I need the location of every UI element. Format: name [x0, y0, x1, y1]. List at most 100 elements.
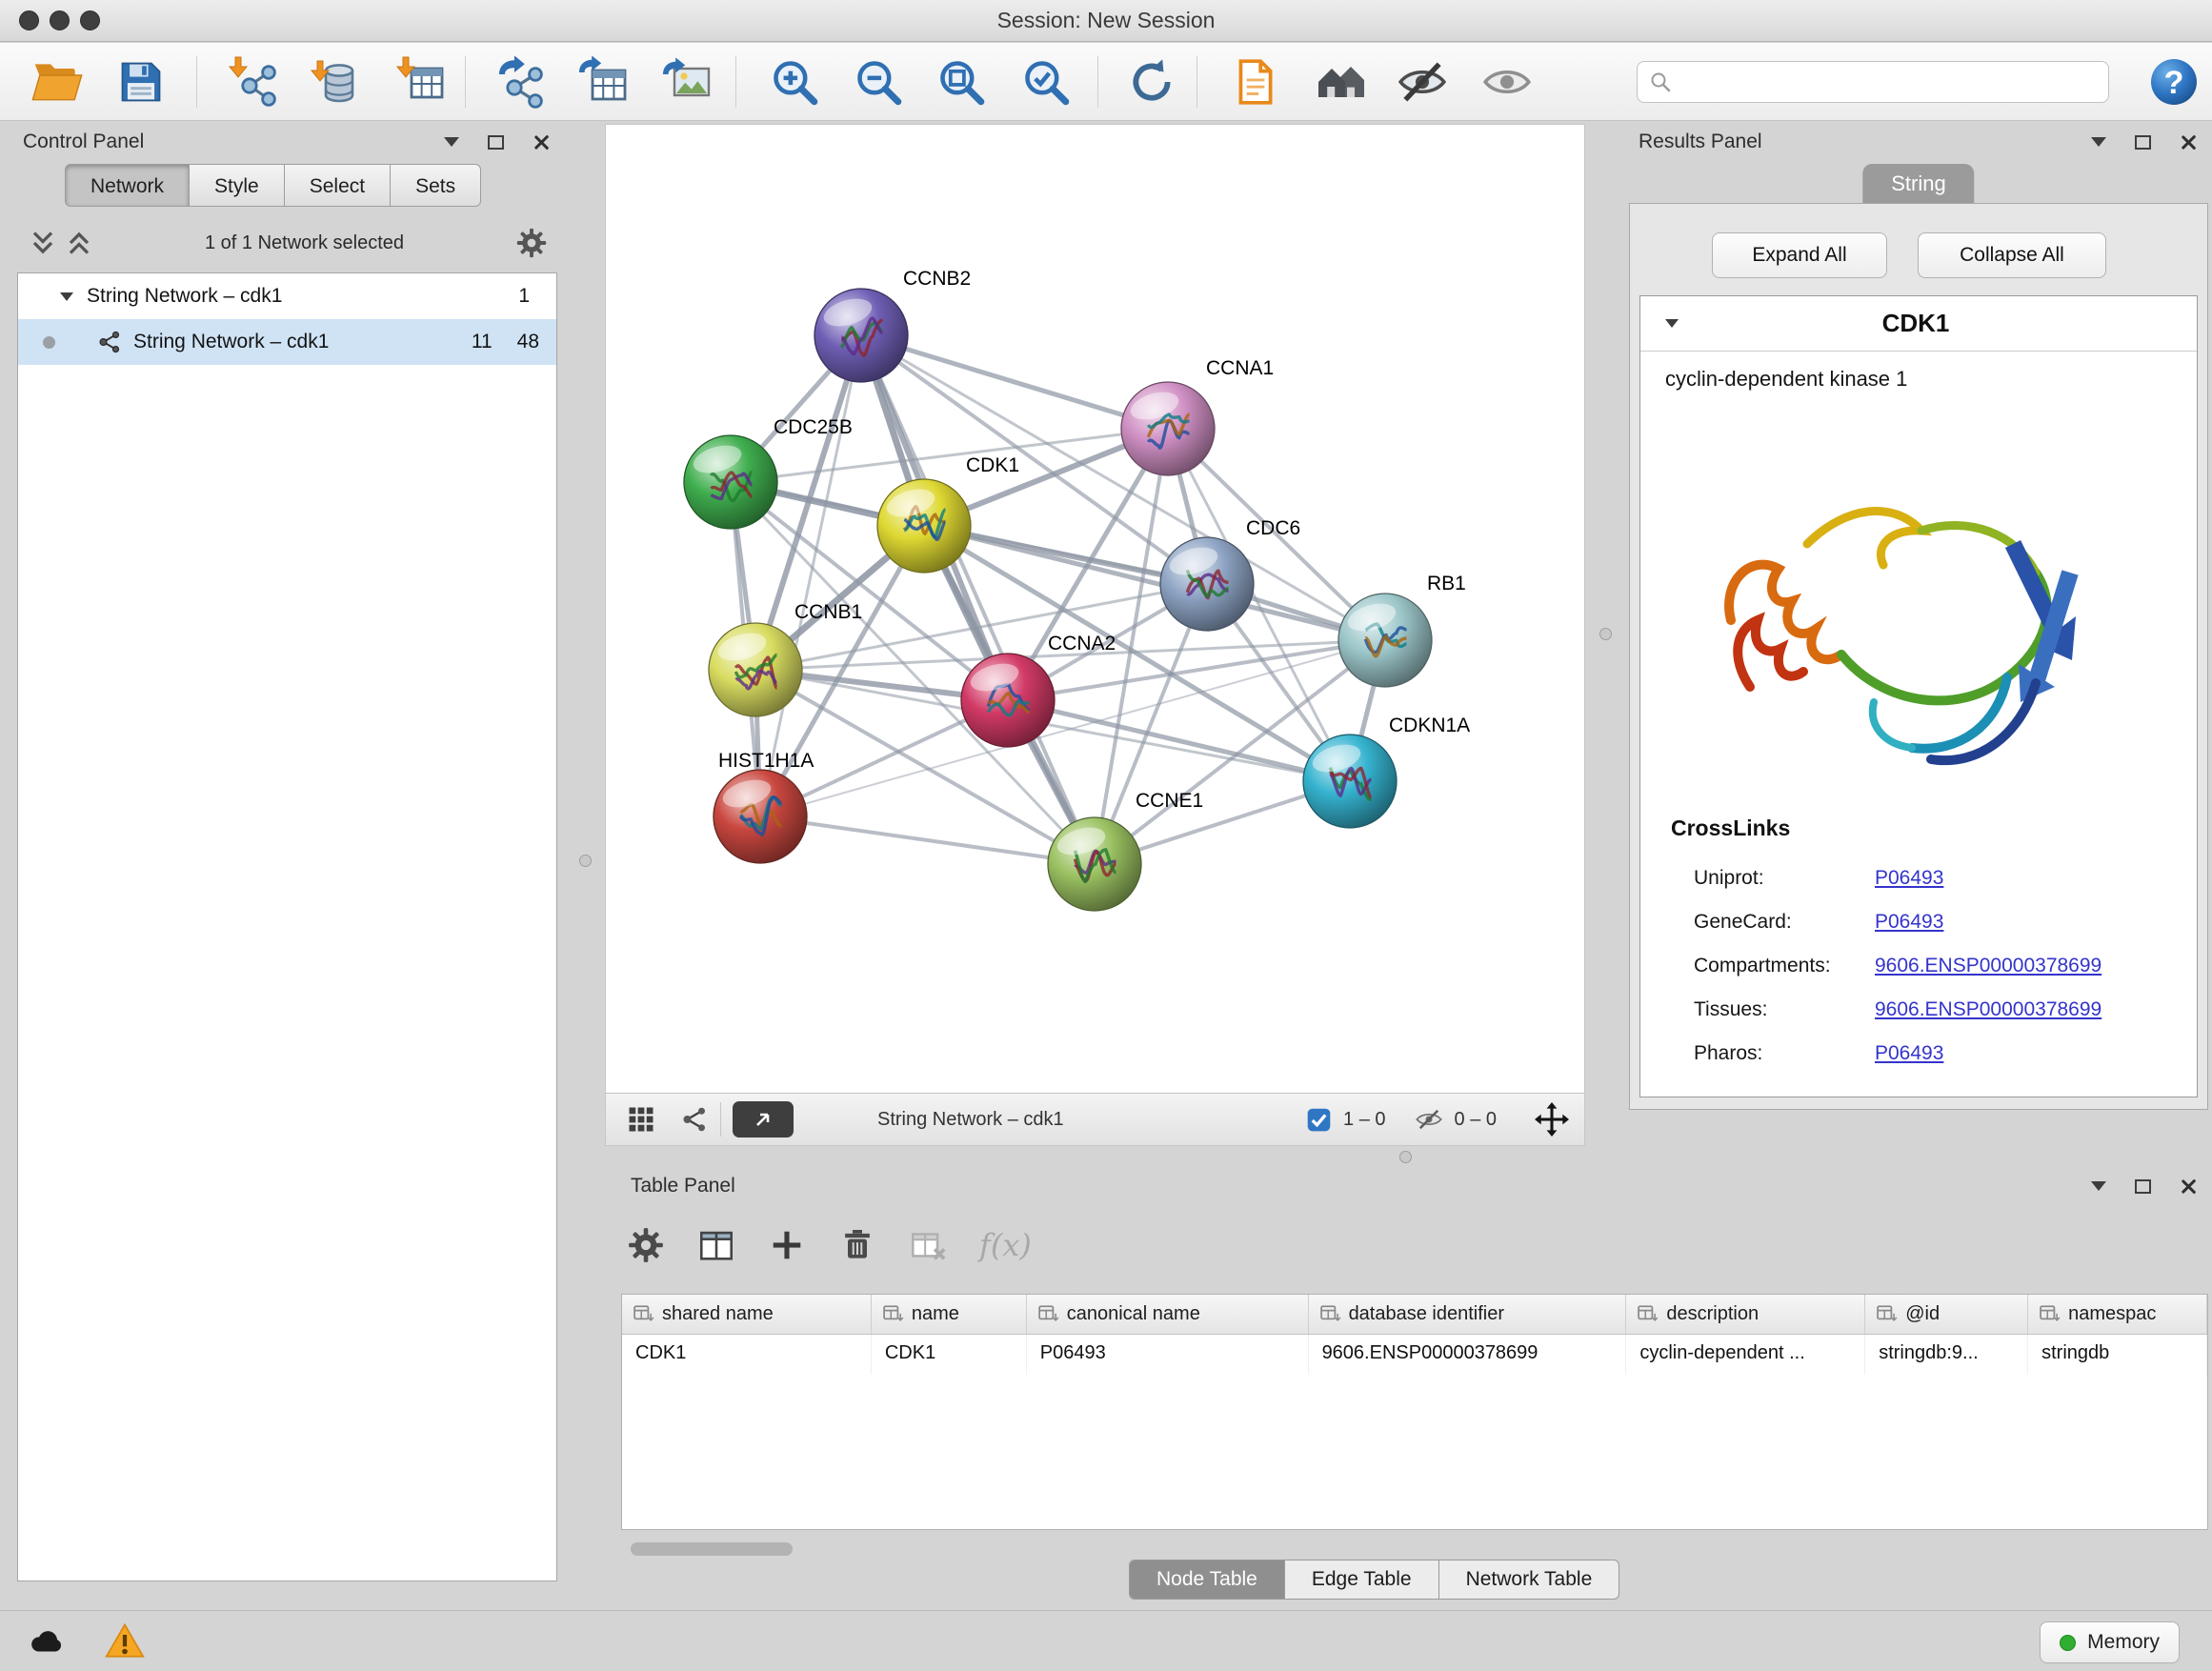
tab-sets[interactable]: Sets [391, 164, 481, 207]
tab-edge-table[interactable]: Edge Table [1285, 1560, 1439, 1599]
memory-button[interactable]: Memory [2040, 1621, 2180, 1663]
collapse-all-tree-icon[interactable] [65, 229, 93, 257]
refresh-button[interactable] [1116, 50, 1188, 113]
tab-node-table[interactable]: Node Table [1130, 1560, 1285, 1599]
warning-icon[interactable] [105, 1621, 145, 1661]
network-list-icon[interactable] [680, 1105, 709, 1134]
table-cell[interactable]: stringdb:9... [1865, 1335, 2028, 1375]
gear-icon[interactable] [627, 1226, 665, 1264]
tab-network-table[interactable]: Network Table [1439, 1560, 1619, 1599]
import-network-file-button[interactable] [215, 50, 288, 113]
panel-float-menu-icon[interactable] [2091, 137, 2106, 147]
zoom-selected-button[interactable] [1010, 50, 1082, 113]
column-header-canonical-name[interactable]: canonical name [1027, 1295, 1309, 1334]
collapse-all-button[interactable]: Collapse All [1918, 232, 2106, 278]
panel-close-icon[interactable] [533, 133, 550, 151]
pan-move-icon[interactable] [1535, 1102, 1569, 1137]
new-network-button[interactable] [484, 50, 556, 113]
clear-table-icon[interactable] [909, 1226, 947, 1264]
help-button[interactable]: ? [2138, 50, 2210, 113]
import-table-file-button[interactable] [383, 50, 455, 113]
export-image-button[interactable] [650, 50, 722, 113]
table-cell[interactable]: 9606.ENSP00000378699 [1309, 1335, 1627, 1375]
tab-select[interactable]: Select [285, 164, 391, 207]
panel-float-menu-icon[interactable] [2091, 1181, 2106, 1191]
new-table-button[interactable] [566, 50, 638, 113]
cloud-icon[interactable] [27, 1621, 67, 1661]
column-header-description[interactable]: description [1626, 1295, 1865, 1334]
crosslink-link[interactable]: P06493 [1875, 911, 1943, 934]
home-layout-button[interactable] [1303, 50, 1376, 113]
scrollbar-thumb[interactable] [631, 1542, 793, 1556]
style-document-button[interactable] [1218, 50, 1291, 113]
crosslink-link[interactable]: 9606.ENSP00000378699 [1875, 955, 2101, 977]
tab-string[interactable]: String [1862, 164, 1974, 204]
toolbar-search [1637, 61, 2109, 103]
zoom-out-button[interactable] [842, 50, 915, 113]
network-tree-child-row[interactable]: String Network – cdk1 11 48 [18, 319, 556, 365]
network-canvas[interactable]: CCNB2CCNA1CDC25BCDK1CDC6RB1CCNB1CCNA2CDK… [606, 125, 1584, 1093]
toolbar-separator [465, 56, 466, 108]
horizontal-splitter-handle[interactable] [1399, 1151, 1412, 1163]
grid-view-icon[interactable] [627, 1105, 655, 1134]
birds-eye-view-button[interactable] [733, 1101, 794, 1137]
edge-HIST1H1A-CCNE1[interactable] [760, 816, 1095, 864]
control-panel-tabs: Network Style Select Sets [65, 164, 481, 207]
crosslink-link[interactable]: 9606.ENSP00000378699 [1875, 998, 2101, 1021]
hidden-eye-slash-icon[interactable] [1415, 1105, 1443, 1134]
crosslink-link[interactable]: P06493 [1875, 1042, 1943, 1065]
table-cell[interactable]: P06493 [1027, 1335, 1309, 1375]
panel-close-icon[interactable] [2180, 1178, 2197, 1195]
show-all-button[interactable] [1471, 50, 1543, 113]
svg-text:?: ? [2164, 65, 2184, 101]
column-header-database-identifier[interactable]: database identifier [1309, 1295, 1627, 1334]
add-column-icon[interactable] [768, 1226, 806, 1264]
panel-maximize-icon[interactable] [2135, 1179, 2151, 1194]
table-row[interactable]: CDK1CDK1P064939606.ENSP00000378699cyclin… [622, 1335, 2207, 1375]
tab-network[interactable]: Network [65, 164, 190, 207]
edge-CCNB2-CCNA1[interactable] [861, 335, 1168, 429]
panel-maximize-icon[interactable] [2135, 135, 2151, 150]
zoom-in-button[interactable] [758, 50, 831, 113]
search-input[interactable] [1679, 71, 2108, 93]
tree-collapse-caret[interactable] [60, 292, 73, 301]
results-content: Expand All Collapse All CDK1 cyclin-depe… [1629, 203, 2208, 1110]
expand-all-button[interactable]: Expand All [1712, 232, 1887, 278]
panel-float-menu-icon[interactable] [444, 137, 459, 147]
delete-column-icon[interactable] [838, 1226, 876, 1264]
function-builder-icon[interactable]: f(x) [979, 1227, 1032, 1263]
gear-icon[interactable] [515, 227, 548, 259]
column-header-name[interactable]: name [872, 1295, 1027, 1334]
column-header-namespac[interactable]: namespac [2028, 1295, 2207, 1334]
network-tree-root-row[interactable]: String Network – cdk1 1 [18, 273, 556, 319]
hide-selected-button[interactable] [1386, 50, 1458, 113]
edge-CDK1-RB1[interactable] [924, 526, 1385, 640]
tab-style[interactable]: Style [190, 164, 285, 207]
panel-maximize-icon[interactable] [488, 135, 504, 150]
zoom-fit-button[interactable] [925, 50, 997, 113]
save-session-button[interactable] [105, 50, 177, 113]
table-cell[interactable]: stringdb [2028, 1335, 2207, 1375]
vertical-splitter-handle[interactable] [1599, 628, 1612, 640]
section-collapse-caret[interactable] [1665, 319, 1679, 328]
edge-CCNB2-CCNE1[interactable] [861, 335, 1095, 864]
table-cell[interactable]: CDK1 [622, 1335, 872, 1375]
panel-close-icon[interactable] [2180, 133, 2197, 151]
show-columns-icon[interactable] [697, 1226, 735, 1264]
crosslink-link[interactable]: P06493 [1875, 867, 1943, 890]
column-header--id[interactable]: @id [1865, 1295, 2028, 1334]
column-header-shared-name[interactable]: shared name [622, 1295, 872, 1334]
expand-all-tree-icon[interactable] [29, 229, 57, 257]
vertical-splitter-handle[interactable] [579, 855, 592, 867]
edge-CCNB2-HIST1H1A[interactable] [760, 335, 861, 816]
table-cell[interactable]: cyclin-dependent ... [1626, 1335, 1865, 1375]
import-network-database-button[interactable] [297, 50, 370, 113]
table-panel: Table Panel f(x) shared namenamecanonica… [617, 1168, 2212, 1608]
protein-section-header[interactable]: CDK1 [1640, 296, 2197, 352]
table-cell[interactable]: CDK1 [872, 1335, 1027, 1375]
search-icon [1649, 70, 1672, 93]
table-tabs: Node Table Edge Table Network Table [1129, 1560, 1619, 1600]
selected-checkbox-icon[interactable] [1306, 1107, 1332, 1133]
open-session-button[interactable] [21, 50, 93, 113]
import-table-icon [392, 55, 446, 109]
